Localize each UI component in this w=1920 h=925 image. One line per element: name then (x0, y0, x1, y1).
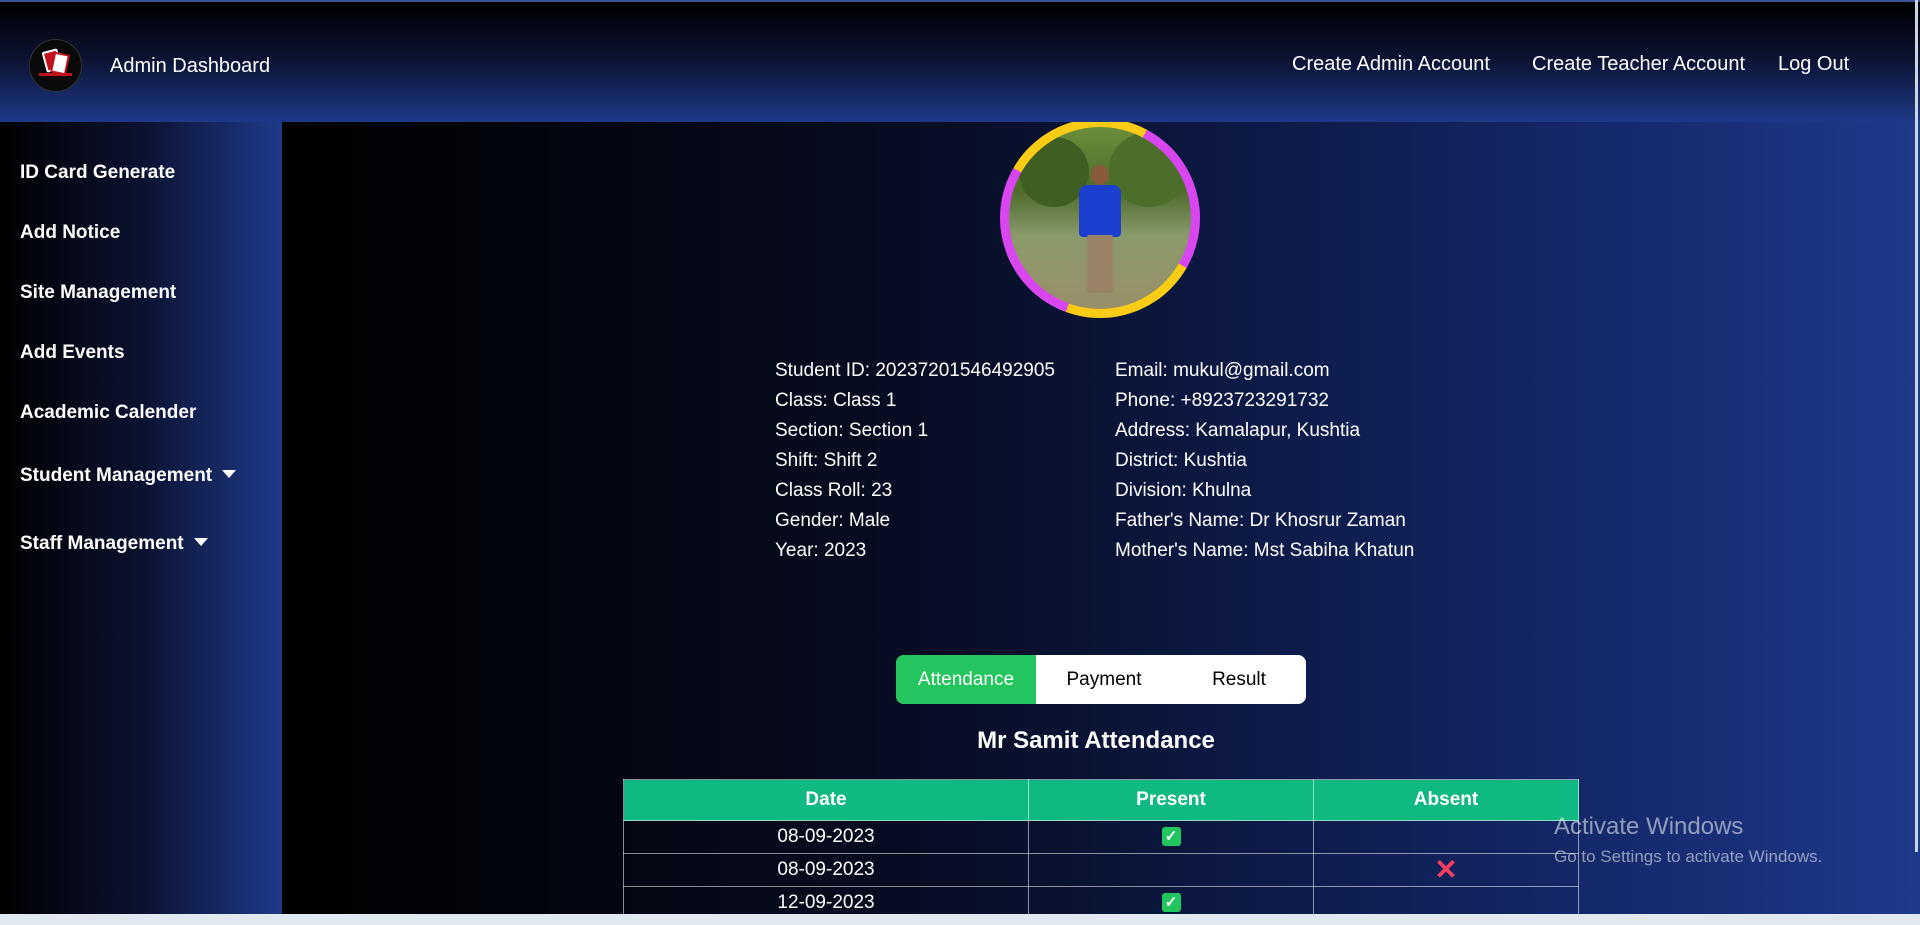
student-address: Address: Kamalapur, Kushtia (1115, 420, 1361, 441)
column-header-date: Date (623, 779, 1029, 821)
create-admin-account-link[interactable]: Create Admin Account (1292, 53, 1490, 76)
watermark-title: Activate Windows (1554, 813, 1744, 840)
brand-title: Admin Dashboard (110, 55, 271, 77)
caret-down-icon (193, 537, 208, 546)
profile-tabs: Attendance Payment Result (896, 655, 1306, 704)
sidebar-item-label: ID Card Generate (20, 162, 176, 183)
log-out-link[interactable]: Log Out (1778, 53, 1849, 76)
table-header-row: Date Present Absent (623, 779, 1579, 821)
student-division: Division: Khulna (1115, 480, 1252, 501)
tab-payment[interactable]: Payment (1036, 655, 1172, 704)
sidebar-item-label: Add Notice (20, 222, 121, 243)
check-icon: ✓ (1161, 893, 1181, 913)
date-cell: 08-09-2023 (623, 853, 1029, 887)
attendance-table: Date Present Absent 08-09-2023 ✓ 08-09-2… (623, 779, 1579, 920)
app-logo-icon[interactable] (29, 39, 82, 92)
tab-attendance[interactable]: Attendance (896, 655, 1036, 704)
sidebar-item-add-events[interactable]: Add Events (20, 342, 125, 364)
check-icon: ✓ (1161, 827, 1181, 847)
sidebar-item-id-card-generate[interactable]: ID Card Generate (20, 162, 175, 184)
watermark-subtitle: Go to Settings to activate Windows. (1554, 847, 1823, 866)
sidebar-item-academic-calender[interactable]: Academic Calender (20, 402, 196, 424)
sidebar-item-label: Student Management (20, 465, 213, 486)
avatar-ring (1000, 122, 1200, 318)
present-cell (1028, 853, 1314, 887)
sidebar-item-student-management[interactable]: Student Management (20, 465, 237, 487)
attendance-title: Mr Samit Attendance (977, 727, 1215, 754)
table-row: 08-09-2023 ✕ (623, 853, 1579, 887)
student-section: Section: Section 1 (775, 420, 929, 441)
student-avatar (1009, 127, 1191, 309)
sidebar-item-staff-management[interactable]: Staff Management (20, 533, 208, 555)
vertical-scrollbar[interactable] (1915, 0, 1918, 852)
sidebar: ID Card Generate Add Notice Site Managem… (0, 122, 282, 925)
student-id: Student ID: 20237201546492905 (775, 360, 1055, 381)
cross-icon: ✕ (1434, 854, 1458, 885)
student-email: Email: mukul@gmail.com (1115, 360, 1330, 381)
table-row: 08-09-2023 ✓ (623, 820, 1579, 854)
caret-down-icon (222, 469, 237, 478)
column-header-present: Present (1028, 779, 1314, 821)
sidebar-item-label: Site Management (20, 282, 177, 303)
horizontal-scrollbar[interactable] (0, 914, 1920, 925)
sidebar-item-label: Staff Management (20, 533, 184, 554)
sidebar-item-label: Add Events (20, 342, 125, 363)
tab-result[interactable]: Result (1172, 655, 1306, 704)
activate-windows-watermark: Activate Windows Go to Settings to activ… (1554, 813, 1822, 867)
student-father-name: Father's Name: Dr Khosrur Zaman (1115, 510, 1406, 531)
column-header-absent: Absent (1313, 779, 1579, 821)
student-shift: Shift: Shift 2 (775, 450, 878, 471)
student-info-left: Student ID: 20237201546492905 Class: Cla… (775, 356, 1055, 566)
student-gender: Gender: Male (775, 510, 891, 531)
student-mother-name: Mother's Name: Mst Sabiha Khatun (1115, 540, 1415, 561)
student-phone: Phone: +8923723291732 (1115, 390, 1329, 411)
student-year: Year: 2023 (775, 540, 867, 561)
sidebar-item-label: Academic Calender (20, 402, 197, 423)
absent-cell (1313, 820, 1579, 854)
top-navbar: Admin Dashboard Create Admin Account Cre… (0, 0, 1920, 124)
student-district: District: Kushtia (1115, 450, 1247, 471)
sidebar-item-site-management[interactable]: Site Management (20, 282, 176, 304)
date-cell: 08-09-2023 (623, 820, 1029, 854)
create-teacher-account-link[interactable]: Create Teacher Account (1532, 53, 1745, 76)
main-content: Student ID: 20237201546492905 Class: Cla… (282, 122, 1920, 925)
student-class: Class: Class 1 (775, 390, 897, 411)
present-cell: ✓ (1028, 820, 1314, 854)
absent-cell: ✕ (1313, 853, 1579, 887)
sidebar-item-add-notice[interactable]: Add Notice (20, 222, 120, 244)
student-roll: Class Roll: 23 (775, 480, 893, 501)
student-info-right: Email: mukul@gmail.com Phone: +892372329… (1115, 356, 1414, 566)
